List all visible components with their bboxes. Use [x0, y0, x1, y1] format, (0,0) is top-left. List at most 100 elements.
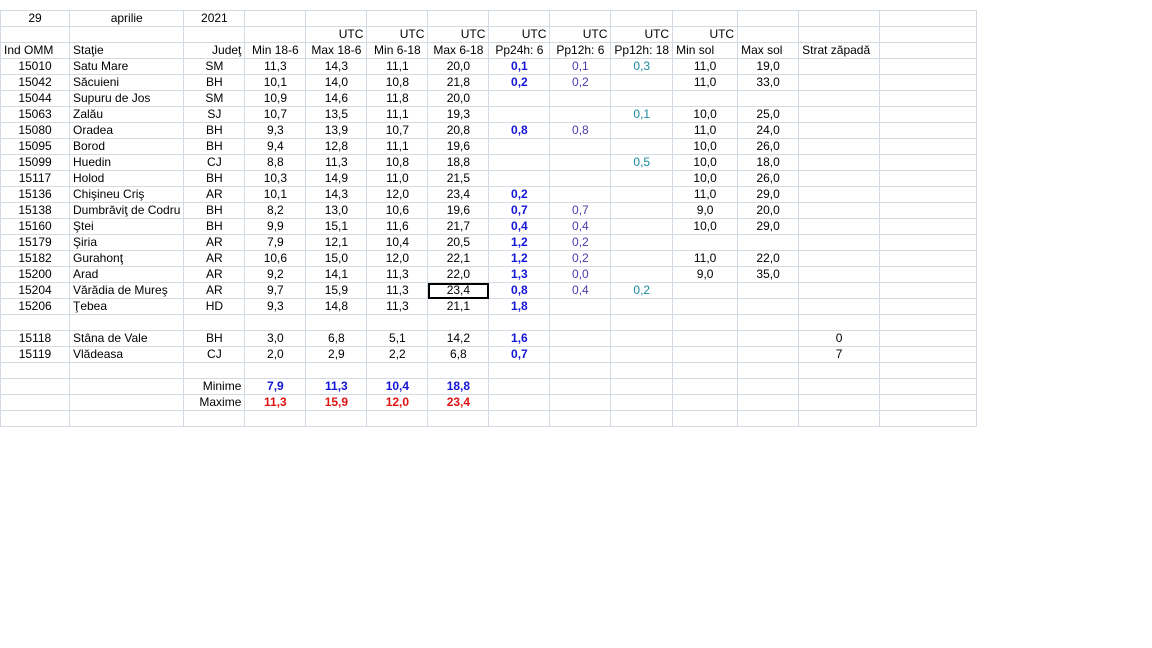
cell-id[interactable]: [0, 314, 70, 331]
empty-cell[interactable]: [879, 298, 978, 315]
utc-label-cell[interactable]: UTC: [672, 26, 739, 43]
cell-min186[interactable]: 9,7: [244, 282, 307, 299]
empty-cell[interactable]: [879, 26, 978, 43]
cell-minsol[interactable]: 10,0: [672, 154, 739, 171]
date-year-cell[interactable]: 2021: [183, 10, 246, 27]
cell-station[interactable]: Huedin: [68, 154, 185, 171]
cell-min618[interactable]: 11,6: [366, 218, 429, 235]
empty-cell[interactable]: [737, 362, 800, 379]
column-header[interactable]: Min 6-18: [366, 42, 429, 59]
cell-max186[interactable]: [305, 314, 368, 331]
cell-min618[interactable]: 10,7: [366, 122, 429, 139]
empty-cell[interactable]: [305, 10, 368, 27]
cell-max618[interactable]: 6,8: [427, 346, 490, 363]
cell-max186[interactable]: 6,8: [305, 330, 368, 347]
cell-snow[interactable]: [798, 314, 881, 331]
cell-min618[interactable]: 11,3: [366, 266, 429, 283]
empty-cell[interactable]: [879, 394, 978, 411]
cell-station[interactable]: Vărădia de Mureş: [68, 282, 185, 299]
column-header[interactable]: Max 18-6: [305, 42, 368, 59]
cell-pp12a[interactable]: 0,2: [549, 250, 612, 267]
cell-id[interactable]: 15010: [0, 58, 70, 75]
cell-pp12b[interactable]: 0,2: [610, 282, 674, 299]
cell-max618[interactable]: 22,0: [427, 266, 490, 283]
cell-id[interactable]: 15063: [0, 106, 70, 123]
empty-cell[interactable]: [737, 26, 800, 43]
cell-snow[interactable]: [798, 298, 881, 315]
cell-station[interactable]: Dumbrăviţ de Codru: [68, 202, 185, 219]
empty-cell[interactable]: [879, 266, 978, 283]
cell-min186[interactable]: [244, 314, 307, 331]
column-header[interactable]: Max sol: [737, 42, 800, 59]
cell-min186[interactable]: 9,2: [244, 266, 307, 283]
maxime-value[interactable]: 11,3: [244, 394, 307, 411]
cell-maxsol[interactable]: 19,0: [737, 58, 800, 75]
cell-pp24[interactable]: 1,6: [488, 330, 551, 347]
empty-cell[interactable]: [549, 378, 612, 395]
cell-min618[interactable]: 2,2: [366, 346, 429, 363]
cell-pp12b[interactable]: 0,5: [610, 154, 674, 171]
cell-station[interactable]: Supuru de Jos: [68, 90, 185, 107]
empty-cell[interactable]: [737, 394, 800, 411]
cell-min186[interactable]: 3,0: [244, 330, 307, 347]
cell-min618[interactable]: 11,8: [366, 90, 429, 107]
cell-maxsol[interactable]: 29,0: [737, 186, 800, 203]
maxime-value[interactable]: 12,0: [366, 394, 429, 411]
cell-minsol[interactable]: [672, 234, 739, 251]
cell-county[interactable]: BH: [183, 170, 246, 187]
cell-station[interactable]: Chişineu Criş: [68, 186, 185, 203]
cell-pp12b[interactable]: [610, 138, 674, 155]
empty-cell[interactable]: [879, 10, 978, 27]
cell-county[interactable]: SM: [183, 90, 246, 107]
cell-pp24[interactable]: 0,7: [488, 202, 551, 219]
cell-pp12a[interactable]: [549, 106, 612, 123]
cell-station[interactable]: Oradea: [68, 122, 185, 139]
empty-cell[interactable]: [68, 378, 185, 395]
column-header[interactable]: Min sol: [672, 42, 739, 59]
column-header[interactable]: Pp12h: 6: [549, 42, 612, 59]
empty-cell[interactable]: [672, 362, 739, 379]
cell-pp12b[interactable]: [610, 202, 674, 219]
column-header[interactable]: Pp12h: 18: [610, 42, 674, 59]
empty-cell[interactable]: [879, 250, 978, 267]
empty-cell[interactable]: [427, 362, 490, 379]
cell-max618[interactable]: 20,0: [427, 90, 490, 107]
column-header[interactable]: Strat zăpadă: [798, 42, 881, 59]
cell-station[interactable]: Săcuieni: [68, 74, 185, 91]
empty-cell[interactable]: [737, 378, 800, 395]
cell-snow[interactable]: [798, 58, 881, 75]
empty-cell[interactable]: [798, 410, 881, 427]
cell-max618[interactable]: 19,3: [427, 106, 490, 123]
column-header[interactable]: Judeţ: [183, 42, 246, 59]
cell-station[interactable]: Satu Mare: [68, 58, 185, 75]
cell-station[interactable]: Şiria: [68, 234, 185, 251]
empty-cell[interactable]: [366, 362, 429, 379]
cell-pp24[interactable]: [488, 154, 551, 171]
cell-pp12a[interactable]: [549, 186, 612, 203]
cell-maxsol[interactable]: 25,0: [737, 106, 800, 123]
cell-minsol[interactable]: [672, 298, 739, 315]
empty-cell[interactable]: [879, 378, 978, 395]
cell-station[interactable]: Vlădeasa: [68, 346, 185, 363]
cell-county[interactable]: BH: [183, 74, 246, 91]
empty-cell[interactable]: [879, 138, 978, 155]
cell-pp24[interactable]: 0,1: [488, 58, 551, 75]
cell-county[interactable]: [183, 314, 246, 331]
cell-county[interactable]: BH: [183, 218, 246, 235]
empty-cell[interactable]: [427, 10, 490, 27]
cell-min186[interactable]: 10,1: [244, 186, 307, 203]
cell-min618[interactable]: 11,1: [366, 106, 429, 123]
cell-pp24[interactable]: 1,2: [488, 250, 551, 267]
cell-id[interactable]: 15136: [0, 186, 70, 203]
maxime-value[interactable]: 23,4: [427, 394, 490, 411]
cell-pp12a[interactable]: [549, 314, 612, 331]
utc-label-cell[interactable]: UTC: [427, 26, 490, 43]
cell-minsol[interactable]: 11,0: [672, 122, 739, 139]
maxime-label[interactable]: Maxime: [183, 394, 246, 411]
empty-cell[interactable]: [610, 10, 674, 27]
cell-county[interactable]: BH: [183, 122, 246, 139]
empty-cell[interactable]: [244, 26, 307, 43]
cell-max186[interactable]: 13,9: [305, 122, 368, 139]
cell-max186[interactable]: 11,3: [305, 154, 368, 171]
cell-max618[interactable]: 20,8: [427, 122, 490, 139]
